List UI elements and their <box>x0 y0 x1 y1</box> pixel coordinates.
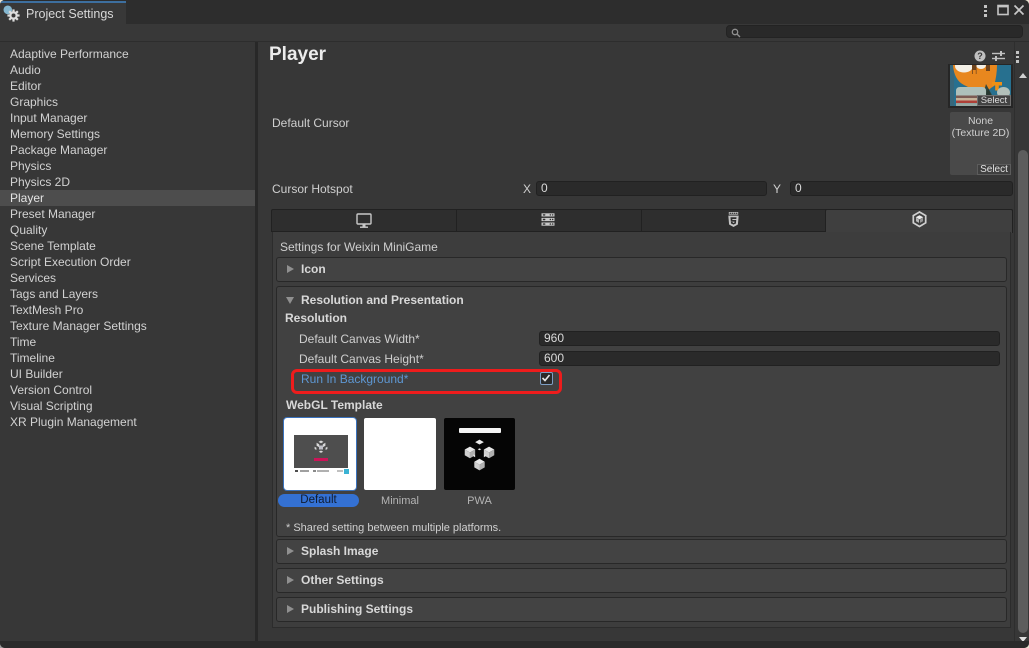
svg-text:?: ? <box>977 51 983 61</box>
